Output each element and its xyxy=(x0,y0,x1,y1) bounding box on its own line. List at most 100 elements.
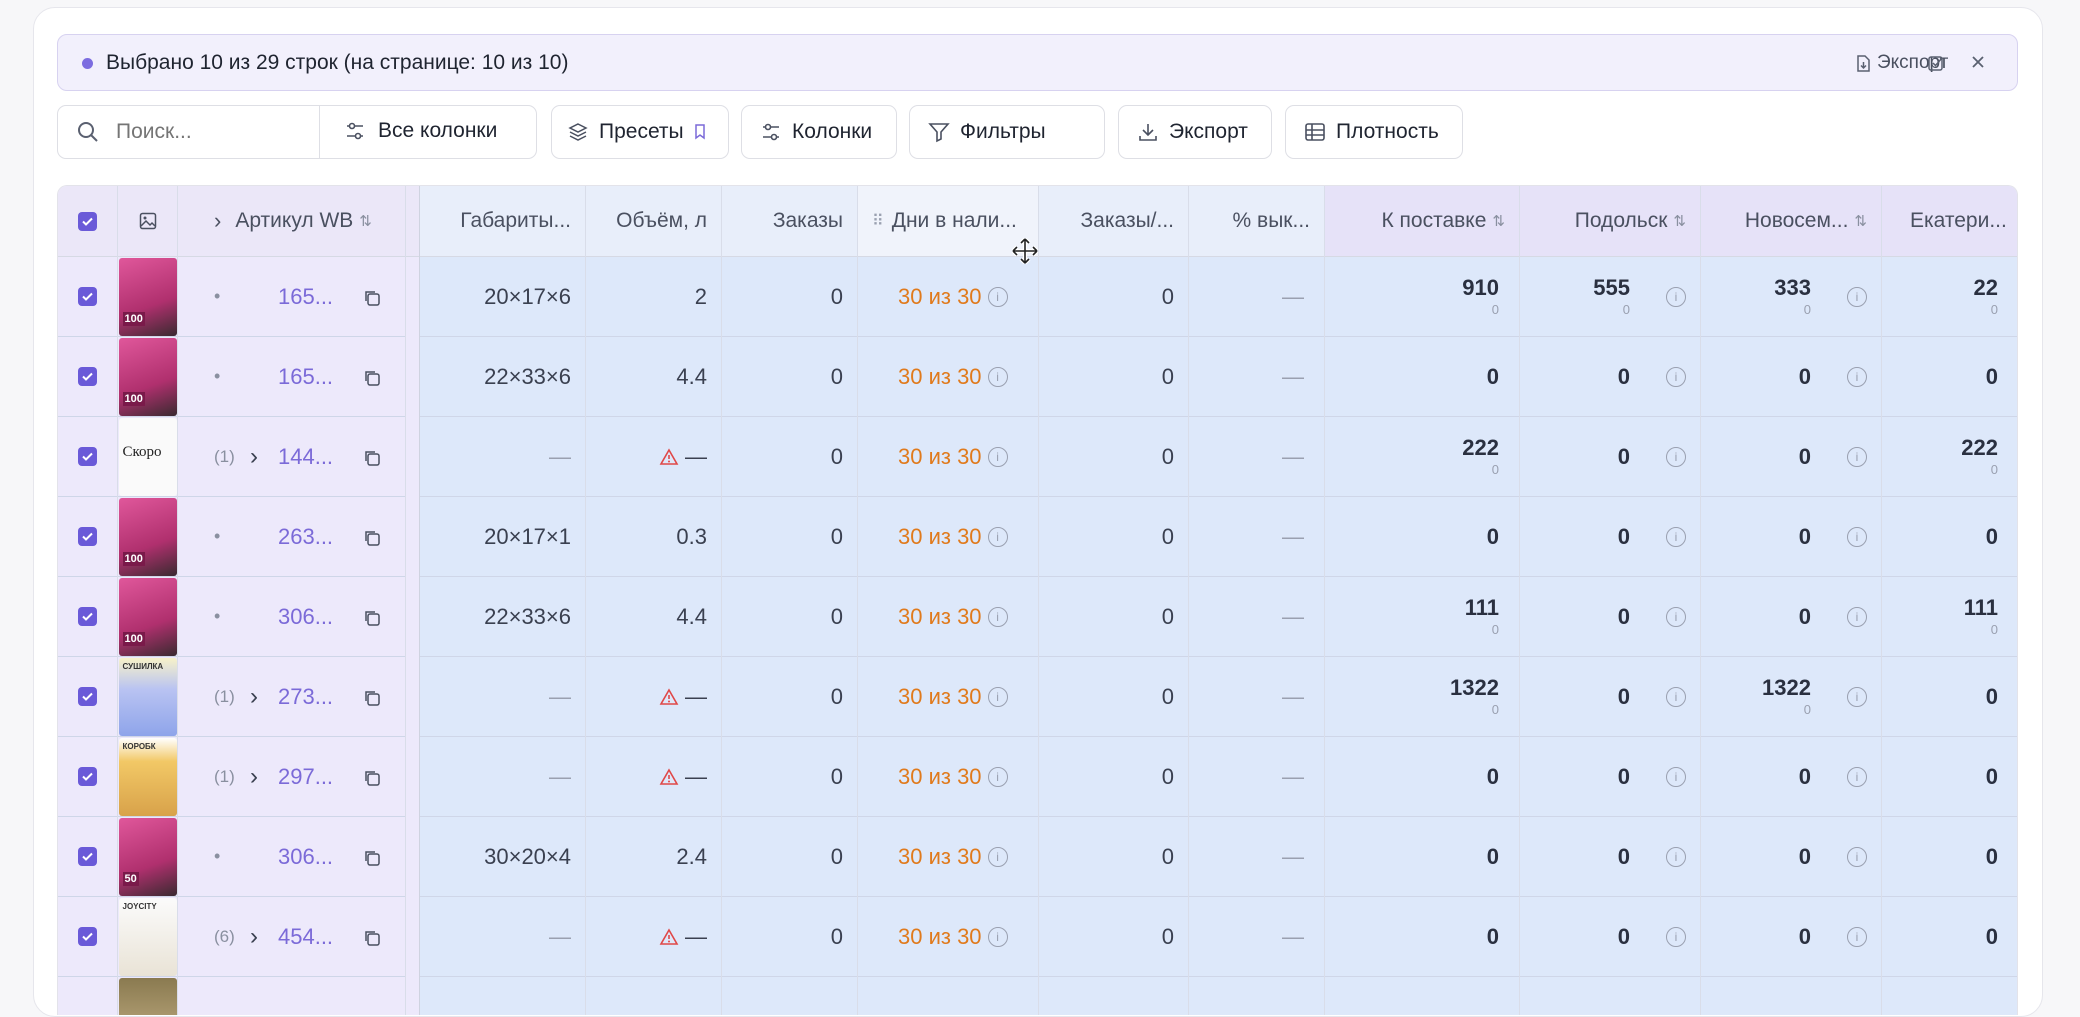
header-orders[interactable]: Заказы xyxy=(722,186,857,257)
export-button[interactable]: Экспорт xyxy=(1118,105,1272,159)
info-icon[interactable]: i xyxy=(1666,766,1686,787)
info-icon[interactable]: i xyxy=(987,926,1008,947)
info-icon[interactable]: i xyxy=(1847,686,1867,707)
info-icon[interactable]: i xyxy=(987,446,1008,467)
table-row: 0i xyxy=(1520,577,1700,657)
copy-icon[interactable] xyxy=(363,367,381,393)
edit-selection-icon[interactable] xyxy=(1927,54,1945,77)
header-dims[interactable]: Габариты... xyxy=(420,186,585,257)
info-icon[interactable]: i xyxy=(1666,926,1686,947)
sort-icon[interactable]: ⇅ xyxy=(1854,212,1867,230)
row-checkbox[interactable] xyxy=(78,847,97,866)
col-days: ⠿ Дни в нали... 30 из 30 i 30 из 30 i 30 из 3… xyxy=(858,186,1039,1015)
filters-button[interactable]: Фильтры xyxy=(909,105,1105,159)
info-icon[interactable]: i xyxy=(987,846,1008,867)
article-link[interactable]: 263... xyxy=(278,524,333,550)
header-orders-per[interactable]: Заказы/... xyxy=(1039,186,1188,257)
info-icon[interactable]: i xyxy=(1847,526,1867,547)
article-link[interactable]: 165... xyxy=(278,284,333,310)
info-icon[interactable]: i xyxy=(987,686,1008,707)
row-checkbox[interactable] xyxy=(78,767,97,786)
drag-handle-icon[interactable]: ⠿ xyxy=(872,211,884,231)
article-link[interactable]: 306... xyxy=(278,604,333,630)
info-icon[interactable]: i xyxy=(1847,926,1867,947)
row-checkbox[interactable] xyxy=(78,687,97,706)
header-ekater-label: Екатери... xyxy=(1910,209,2007,232)
copy-icon[interactable] xyxy=(363,847,381,873)
row-checkbox[interactable] xyxy=(78,527,97,546)
header-novosem[interactable]: Новосем... ⇅ xyxy=(1701,186,1881,257)
info-icon[interactable]: i xyxy=(1847,766,1867,787)
article-link[interactable]: 144... xyxy=(278,444,333,470)
copy-icon[interactable] xyxy=(363,607,381,633)
info-icon[interactable]: i xyxy=(987,606,1008,627)
info-icon[interactable]: i xyxy=(1847,366,1867,387)
copy-icon[interactable] xyxy=(363,527,381,553)
table-icon xyxy=(1305,123,1325,141)
row-checkbox[interactable] xyxy=(78,287,97,306)
close-icon[interactable] xyxy=(1970,54,1986,75)
table-row xyxy=(58,657,117,737)
row-checkbox[interactable] xyxy=(78,607,97,626)
stock-value: 0 xyxy=(1487,365,1499,388)
table-row: • 263... xyxy=(178,497,405,577)
row-checkbox[interactable] xyxy=(78,367,97,386)
article-link[interactable]: 306... xyxy=(278,844,333,870)
copy-icon[interactable] xyxy=(363,927,381,953)
info-icon[interactable]: i xyxy=(987,766,1008,787)
sort-icon[interactable]: ⇅ xyxy=(1492,212,1505,230)
info-icon[interactable]: i xyxy=(1847,606,1867,627)
chevron-right-icon[interactable]: › xyxy=(250,923,258,951)
info-icon[interactable]: i xyxy=(987,286,1008,307)
info-icon[interactable]: i xyxy=(987,526,1008,547)
row-checkbox[interactable] xyxy=(78,927,97,946)
copy-icon[interactable] xyxy=(363,287,381,313)
info-icon[interactable]: i xyxy=(1847,286,1867,307)
filters-label: Фильтры xyxy=(960,120,1046,143)
info-icon[interactable]: i xyxy=(1666,366,1686,387)
row-prefix[interactable]: (6) xyxy=(214,927,235,947)
select-all-checkbox[interactable] xyxy=(78,211,97,231)
columns-button[interactable]: Колонки xyxy=(741,105,897,159)
chevron-right-icon[interactable]: › xyxy=(250,443,258,471)
stock-number: 0 xyxy=(1617,843,1630,869)
header-ekater[interactable]: Екатери... xyxy=(1882,186,2017,257)
presets-button[interactable]: Пресеты xyxy=(551,105,729,159)
all-columns-button[interactable]: Все колонки xyxy=(344,119,497,143)
image-icon xyxy=(139,212,156,230)
header-podolsk[interactable]: Подольск ⇅ xyxy=(1520,186,1700,257)
header-volume[interactable]: Объём, л xyxy=(586,186,721,257)
chevron-right-icon[interactable]: › xyxy=(214,208,221,234)
search-input[interactable] xyxy=(116,120,306,144)
copy-icon[interactable] xyxy=(363,767,381,793)
info-icon[interactable]: i xyxy=(1666,606,1686,627)
header-article[interactable]: › Артикул WB ⇅ xyxy=(178,186,405,257)
stock-number: 22 xyxy=(1973,275,1998,300)
article-link[interactable]: 165... xyxy=(278,364,333,390)
copy-icon[interactable] xyxy=(363,687,381,713)
stock-value: 0 xyxy=(1799,845,1811,868)
chevron-right-icon[interactable]: › xyxy=(250,683,258,711)
row-checkbox[interactable] xyxy=(78,447,97,466)
article-link[interactable]: 273... xyxy=(278,684,333,710)
info-icon[interactable]: i xyxy=(1666,286,1686,307)
density-button[interactable]: Плотность xyxy=(1285,105,1463,159)
info-icon[interactable]: i xyxy=(987,366,1008,387)
row-prefix[interactable]: (1) xyxy=(214,687,235,707)
info-icon[interactable]: i xyxy=(1666,446,1686,467)
info-icon[interactable]: i xyxy=(1666,526,1686,547)
info-icon[interactable]: i xyxy=(1666,686,1686,707)
info-icon[interactable]: i xyxy=(1666,846,1686,867)
header-to-supply[interactable]: К поставке ⇅ xyxy=(1325,186,1519,257)
row-prefix[interactable]: (1) xyxy=(214,447,235,467)
sort-icon[interactable]: ⇅ xyxy=(1673,212,1686,230)
info-icon[interactable]: i xyxy=(1847,846,1867,867)
sort-icon[interactable]: ⇅ xyxy=(359,212,372,230)
chevron-right-icon[interactable]: › xyxy=(250,763,258,791)
info-icon[interactable]: i xyxy=(1847,446,1867,467)
article-link[interactable]: 297... xyxy=(278,764,333,790)
header-buyout[interactable]: % вык... xyxy=(1189,186,1324,257)
row-prefix[interactable]: (1) xyxy=(214,767,235,787)
article-link[interactable]: 454... xyxy=(278,924,333,950)
copy-icon[interactable] xyxy=(363,447,381,473)
